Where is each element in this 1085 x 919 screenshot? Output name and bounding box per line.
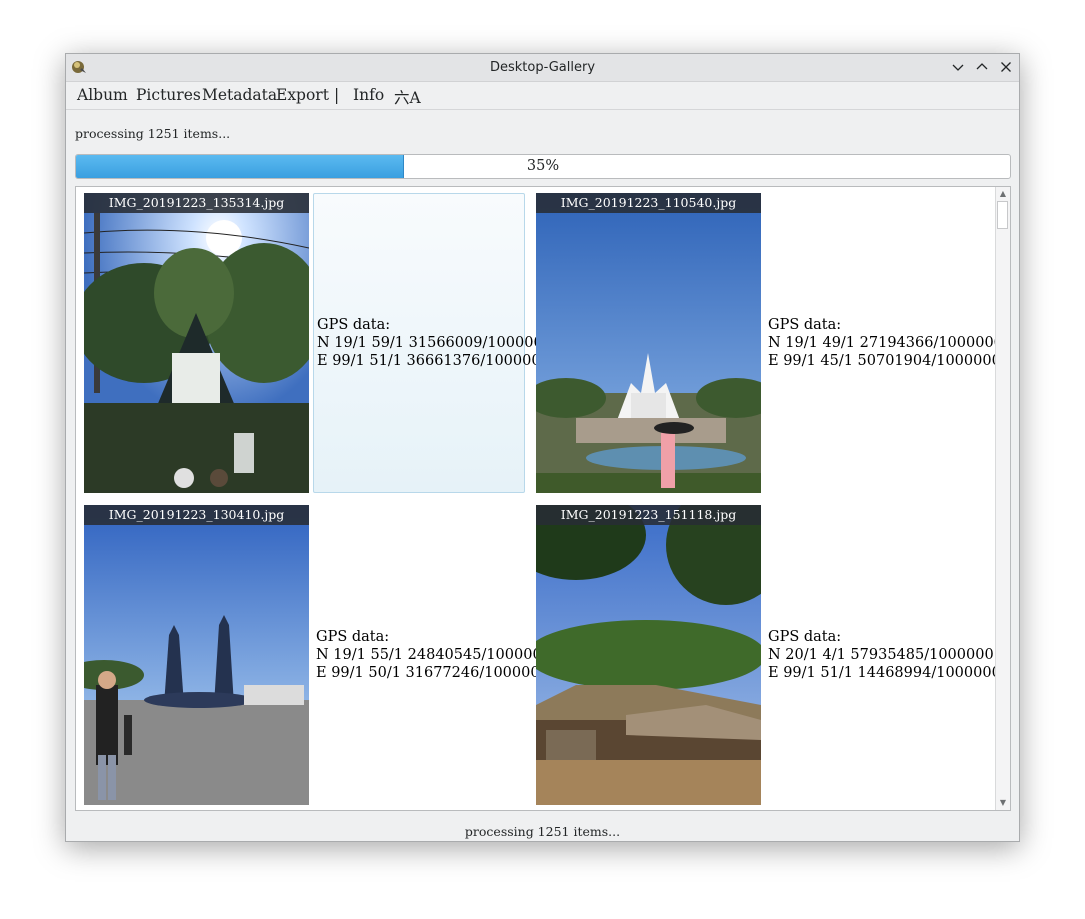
window-title: Desktop-Gallery [489,60,596,75]
gps-heading: GPS data: [317,317,391,333]
gps-latitude: N 19/1 59/1 31566009/1000000 [317,335,552,351]
app-window: Desktop-Gallery Album Pictures Metadata … [65,53,1020,842]
menu-metadata[interactable]: Metadata [202,86,277,104]
gps-longitude: E 99/1 50/1 31677246/1000000 [316,665,549,681]
thumbnail-caption: IMG_20191223_135314.jpg [84,193,309,213]
menu-export[interactable]: Export [276,86,329,104]
gps-heading: GPS data: [768,317,842,333]
title-bar[interactable]: Desktop-Gallery [66,54,1019,82]
progress-label: 35% [526,158,560,174]
menu-bar: Album Pictures Metadata Export | Info 六A [66,82,1019,110]
gps-info[interactable]: GPS data: N 19/1 59/1 31566009/1000000 E… [313,193,552,493]
gps-latitude: N 20/1 4/1 57935485/1000000 [768,647,994,663]
gps-heading: GPS data: [768,629,842,645]
menu-language[interactable]: 六A [394,86,421,108]
gps-longitude: E 99/1 51/1 14468994/1000000 [768,665,1001,681]
gallery-view[interactable]: IMG_20191223_135314.jpg GPS data: N 19/1… [75,186,1011,811]
menu-separator: | [334,86,340,104]
status-text-top: processing 1251 items... [75,126,231,141]
gps-info[interactable]: GPS data: N 19/1 49/1 27194366/1000000 E… [765,193,1003,493]
scroll-down-icon[interactable]: ▼ [996,796,1010,810]
thumbnail-caption: IMG_20191223_110540.jpg [536,193,761,213]
thumbnail[interactable]: IMG_20191223_110540.jpg [536,193,761,493]
vertical-scrollbar[interactable]: ▲ ▼ [995,187,1010,810]
menu-info[interactable]: Info [353,86,384,104]
thumbnail[interactable]: IMG_20191223_130410.jpg [84,505,309,805]
gps-latitude: N 19/1 55/1 24840545/1000000 [316,647,551,663]
scroll-up-icon[interactable]: ▲ [996,187,1010,201]
thumbnail-caption: IMG_20191223_130410.jpg [84,505,309,525]
gps-longitude: E 99/1 51/1 36661376/1000000 [317,353,550,369]
gps-latitude: N 19/1 49/1 27194366/1000000 [768,335,1003,351]
gps-longitude: E 99/1 45/1 50701904/1000000 [768,353,1001,369]
chevron-up-icon[interactable] [974,59,990,75]
gps-info[interactable]: GPS data: N 20/1 4/1 57935485/1000000 E … [765,505,1001,805]
scrollbar-thumb[interactable] [997,201,1008,229]
photo-blue-statues [84,505,309,805]
gps-heading: GPS data: [316,629,390,645]
thumbnail-caption: IMG_20191223_151118.jpg [536,505,761,525]
photo-sign-trees [84,193,309,493]
close-icon[interactable] [998,59,1014,75]
status-text-bottom: processing 1251 items... [464,824,621,839]
thumbnail[interactable]: IMG_20191223_151118.jpg [536,505,761,805]
thumbnail[interactable]: IMG_20191223_135314.jpg [84,193,309,493]
menu-pictures[interactable]: Pictures [136,86,201,104]
photo-thatched-huts [536,505,761,805]
menu-album[interactable]: Album [77,86,128,104]
photo-white-temple [536,193,761,493]
chevron-down-icon[interactable] [950,59,966,75]
gps-info[interactable]: GPS data: N 19/1 55/1 24840545/1000000 E… [313,505,551,805]
progress-bar: 35% [75,154,1011,179]
